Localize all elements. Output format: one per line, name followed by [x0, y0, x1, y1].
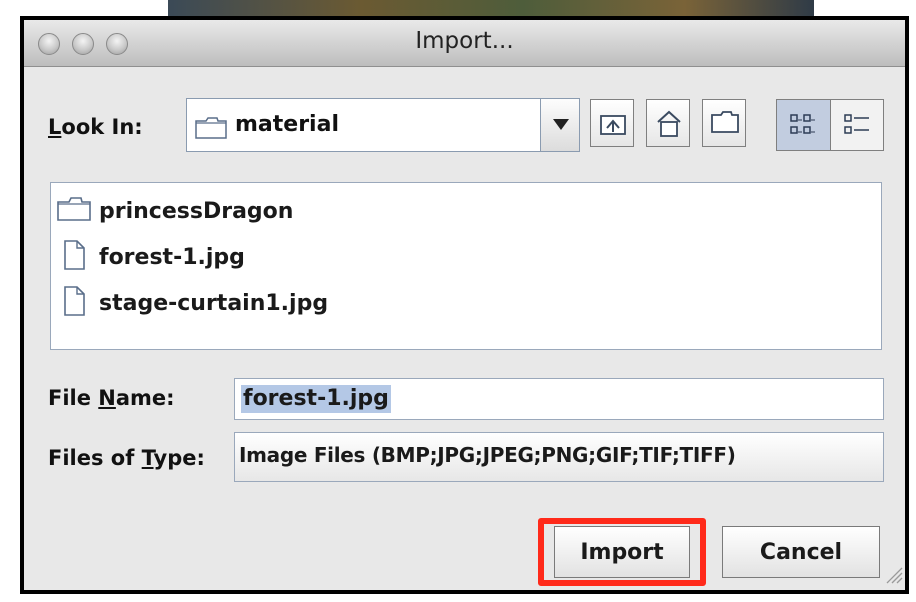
cancel-button[interactable]: Cancel: [722, 526, 880, 578]
folder-icon: [57, 197, 91, 225]
chevron-down-icon[interactable]: [540, 99, 579, 151]
list-item[interactable]: forest-1.jpg: [57, 237, 245, 277]
files-of-type-label: Files of Type:: [48, 446, 205, 470]
list-view-button[interactable]: [777, 100, 831, 150]
resize-grip-icon[interactable]: [883, 564, 903, 588]
file-icon: [57, 240, 91, 274]
file-list[interactable]: princessDragon forest-1.jpg stage-curtai…: [50, 182, 882, 350]
look-in-combobox[interactable]: material: [186, 98, 580, 152]
details-view-button[interactable]: [831, 100, 884, 150]
look-in-value: material: [235, 112, 339, 137]
look-in-label: Look In:: [48, 115, 143, 139]
file-name-label: File Name:: [48, 386, 175, 410]
file-name-field[interactable]: forest-1.jpg: [234, 378, 884, 420]
file-icon: [57, 286, 91, 320]
window-title: Import...: [415, 28, 514, 54]
file-name-text: stage-curtain1.jpg: [99, 290, 329, 316]
file-name-value: forest-1.jpg: [241, 385, 391, 413]
list-item[interactable]: stage-curtain1.jpg: [57, 283, 328, 323]
files-of-type-select[interactable]: Image Files (BMP;JPG;JPEG;PNG;GIF;TIF;TI…: [234, 432, 884, 482]
list-item[interactable]: princessDragon: [57, 191, 293, 231]
title-bar[interactable]: Import...: [24, 20, 905, 67]
view-toggle: [776, 99, 884, 151]
import-dialog: Import... Look In: material princessDrag…: [20, 16, 909, 594]
file-name-text: princessDragon: [99, 198, 294, 224]
file-name-text: forest-1.jpg: [99, 244, 245, 270]
import-button-highlight: [538, 518, 706, 586]
files-of-type-value: Image Files (BMP;JPG;JPEG;PNG;GIF;TIF;TI…: [239, 443, 736, 467]
new-folder-button[interactable]: [702, 99, 746, 147]
home-button[interactable]: [646, 99, 690, 147]
up-one-level-button[interactable]: [590, 99, 634, 147]
folder-icon: [195, 117, 227, 143]
